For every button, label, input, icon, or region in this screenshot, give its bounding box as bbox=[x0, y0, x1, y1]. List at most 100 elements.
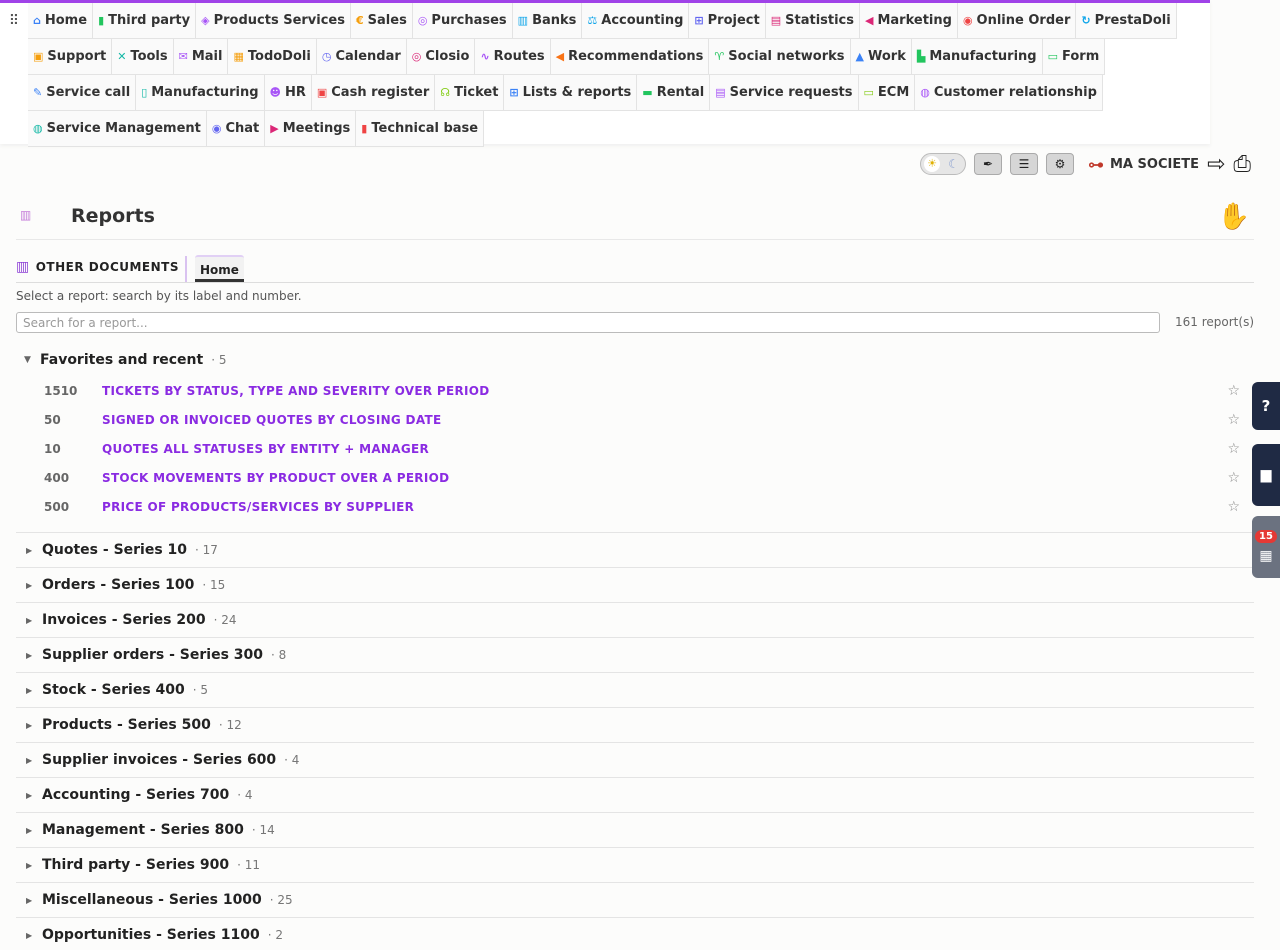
tab-section-label: ▥ OTHER DOCUMENTS bbox=[16, 256, 188, 282]
main-menu: ⌂ Home ▮ Third party ◈ Products Services € Sale… bbox=[28, 3, 1208, 147]
series-section-header[interactable]: ▶ Accounting - Series 700 · 4 bbox=[16, 778, 1254, 813]
menu-item-accounting[interactable]: ⚖ Accounting bbox=[582, 3, 690, 39]
star-icon[interactable]: ☆ bbox=[1227, 383, 1240, 399]
menu-item-meetings[interactable]: ▶ Meetings bbox=[265, 111, 357, 147]
menu-item-statistics[interactable]: ▤ Statistics bbox=[765, 3, 860, 39]
star-icon[interactable]: ☆ bbox=[1227, 470, 1240, 486]
menu-item-third-party[interactable]: ▮ Third party bbox=[93, 3, 197, 39]
company-link[interactable]: ⊶ MA SOCIETE bbox=[1088, 155, 1199, 174]
menu-item-service-call[interactable]: ✎ Service call bbox=[28, 75, 137, 111]
report-link[interactable]: STOCK MOVEMENTS BY PRODUCT OVER A PERIOD bbox=[102, 471, 449, 485]
moon-icon: ☾ bbox=[948, 157, 959, 171]
menu-item-recommendations[interactable]: ◀ Recommendations bbox=[550, 39, 710, 75]
book-icon: ▮ bbox=[361, 122, 368, 135]
handshake-icon[interactable]: ✋ bbox=[1218, 202, 1250, 232]
menu-item-technical-base[interactable]: ▮ Technical base bbox=[356, 111, 485, 147]
menu-item-mail[interactable]: ✉ Mail bbox=[173, 39, 229, 75]
sync-icon: ↻ bbox=[1081, 14, 1091, 27]
menu-item-manufacturing-2[interactable]: ▯ Manufacturing bbox=[136, 75, 265, 111]
caret-right-icon: ▶ bbox=[26, 860, 33, 870]
menu-item-ecm[interactable]: ▭ ECM bbox=[858, 75, 916, 111]
theme-toggle[interactable]: ☀ ☾ bbox=[920, 153, 966, 175]
report-search-input[interactable] bbox=[16, 312, 1160, 333]
star-icon[interactable]: ☆ bbox=[1227, 441, 1240, 457]
help-button[interactable]: ? bbox=[1252, 382, 1280, 430]
chat-button[interactable]: ▆ bbox=[1252, 444, 1280, 506]
menu-item-support[interactable]: ▣ Support bbox=[28, 39, 113, 75]
series-section-header[interactable]: ▶ Miscellaneous - Series 1000 · 25 bbox=[16, 883, 1254, 918]
menu-item-social-networks[interactable]: ♈ Social networks bbox=[709, 39, 851, 75]
menu-item-label: Calendar bbox=[335, 49, 401, 64]
series-count: · 14 bbox=[251, 823, 275, 837]
series-section-header[interactable]: ▶ Products - Series 500 · 12 bbox=[16, 708, 1254, 743]
menu-item-ticket[interactable]: ☊ Ticket bbox=[435, 75, 505, 111]
report-link[interactable]: SIGNED OR INVOICED QUOTES BY CLOSING DAT… bbox=[102, 413, 441, 427]
series-title: Management - Series 800 bbox=[42, 822, 244, 838]
menu-item-tododoli[interactable]: ▦ TodoDoli bbox=[228, 39, 317, 75]
cash-register-icon: ▣ bbox=[316, 86, 328, 99]
menu-item-service-management[interactable]: ◍ Service Management bbox=[28, 111, 207, 147]
list-button[interactable]: ☰ bbox=[1010, 153, 1038, 175]
series-section-header[interactable]: ▶ Opportunities - Series 1100 · 2 bbox=[16, 918, 1254, 950]
favorites-header[interactable]: ▼ Favorites and recent · 5 bbox=[16, 344, 1254, 376]
series-section-header[interactable]: ▶ Supplier orders - Series 300 · 8 bbox=[16, 638, 1254, 673]
target-icon: ◎ bbox=[411, 50, 422, 63]
report-number: 50 bbox=[44, 412, 61, 427]
menu-item-hr[interactable]: ☻ HR bbox=[264, 75, 312, 111]
menu-item-tools[interactable]: ✕ Tools bbox=[112, 39, 174, 75]
menu-item-label: ECM bbox=[877, 85, 910, 100]
report-link[interactable]: TICKETS BY STATUS, TYPE AND SEVERITY OVE… bbox=[102, 384, 490, 398]
series-title: Orders - Series 100 bbox=[42, 577, 195, 593]
form-icon: ▭ bbox=[1047, 50, 1058, 63]
menu-item-banks[interactable]: ▥ Banks bbox=[512, 3, 583, 39]
menu-item-project[interactable]: ⊞ Project bbox=[689, 3, 766, 39]
series-count: · 8 bbox=[271, 648, 287, 662]
report-link[interactable]: QUOTES ALL STATUSES BY ENTITY + MANAGER bbox=[102, 442, 429, 456]
series-section-header[interactable]: ▶ Stock - Series 400 · 5 bbox=[16, 673, 1254, 708]
tab-home[interactable]: Home bbox=[195, 255, 244, 282]
menu-item-marketing[interactable]: ◀ Marketing bbox=[860, 3, 958, 39]
menu-item-lists-reports[interactable]: ⊞ Lists & reports bbox=[504, 75, 638, 111]
menu-item-label: Purchases bbox=[431, 13, 507, 28]
question-icon: ? bbox=[1261, 397, 1271, 415]
industry-icon: ▙ bbox=[916, 50, 926, 63]
menu-item-home[interactable]: ⌂ Home bbox=[28, 3, 94, 39]
menu-item-calendar[interactable]: ◷ Calendar bbox=[316, 39, 407, 75]
series-section-header[interactable]: ▶ Supplier invoices - Series 600 · 4 bbox=[16, 743, 1254, 778]
pen-button[interactable]: ✒ bbox=[974, 153, 1002, 175]
logout-icon[interactable]: ⇨ bbox=[1207, 152, 1225, 177]
menu-item-label: Closio bbox=[425, 49, 470, 64]
settings-button[interactable]: ⚙ bbox=[1046, 153, 1074, 175]
menu-item-customer-relationship[interactable]: ◍ Customer relationship bbox=[915, 75, 1103, 111]
star-icon[interactable]: ☆ bbox=[1227, 412, 1240, 428]
menu-item-cash-register[interactable]: ▣ Cash register bbox=[311, 75, 436, 111]
series-section-header[interactable]: ▶ Orders - Series 100 · 15 bbox=[16, 568, 1254, 603]
menu-item-rental[interactable]: ▬ Rental bbox=[637, 75, 711, 111]
menu-item-purchases[interactable]: ◎ Purchases bbox=[412, 3, 513, 39]
menu-item-prestadoli[interactable]: ↻ PrestaDoli bbox=[1076, 3, 1177, 39]
report-link[interactable]: PRICE OF PRODUCTS/SERVICES BY SUPPLIER bbox=[102, 500, 414, 514]
caret-right-icon: ▶ bbox=[26, 720, 33, 730]
menu-item-closio[interactable]: ◎ Closio bbox=[406, 39, 476, 75]
menu-item-chat[interactable]: ◉ Chat bbox=[206, 111, 266, 147]
series-section-header[interactable]: ▶ Invoices - Series 200 · 24 bbox=[16, 603, 1254, 638]
menu-item-manufacturing[interactable]: ▙ Manufacturing bbox=[911, 39, 1043, 75]
star-icon[interactable]: ☆ bbox=[1227, 499, 1240, 515]
print-icon[interactable]: ⎙ bbox=[1233, 152, 1251, 177]
menu-item-online-order[interactable]: ◉ Online Order bbox=[957, 3, 1077, 39]
menu-item-products-services[interactable]: ◈ Products Services bbox=[196, 3, 351, 39]
menu-item-routes[interactable]: ∿ Routes bbox=[475, 39, 551, 75]
series-section-header[interactable]: ▶ Third party - Series 900 · 11 bbox=[16, 848, 1254, 883]
page-header: ▥ Reports ✋ bbox=[16, 196, 1254, 240]
series-section-header[interactable]: ▶ Quotes - Series 10 · 17 bbox=[16, 533, 1254, 568]
menu-item-sales[interactable]: € Sales bbox=[351, 3, 413, 39]
euro-icon: € bbox=[356, 14, 364, 27]
route-icon: ∿ bbox=[480, 50, 490, 63]
menu-item-service-requests[interactable]: ▤ Service requests bbox=[710, 75, 859, 111]
apps-grid-icon[interactable]: ⠿ bbox=[0, 3, 28, 39]
agenda-button[interactable]: 15 ▦ bbox=[1252, 516, 1280, 578]
menu-item-form[interactable]: ▭ Form bbox=[1042, 39, 1106, 75]
caret-right-icon: ▶ bbox=[26, 930, 33, 940]
series-section-header[interactable]: ▶ Management - Series 800 · 14 bbox=[16, 813, 1254, 848]
menu-item-work[interactable]: ▲ Work bbox=[850, 39, 912, 75]
